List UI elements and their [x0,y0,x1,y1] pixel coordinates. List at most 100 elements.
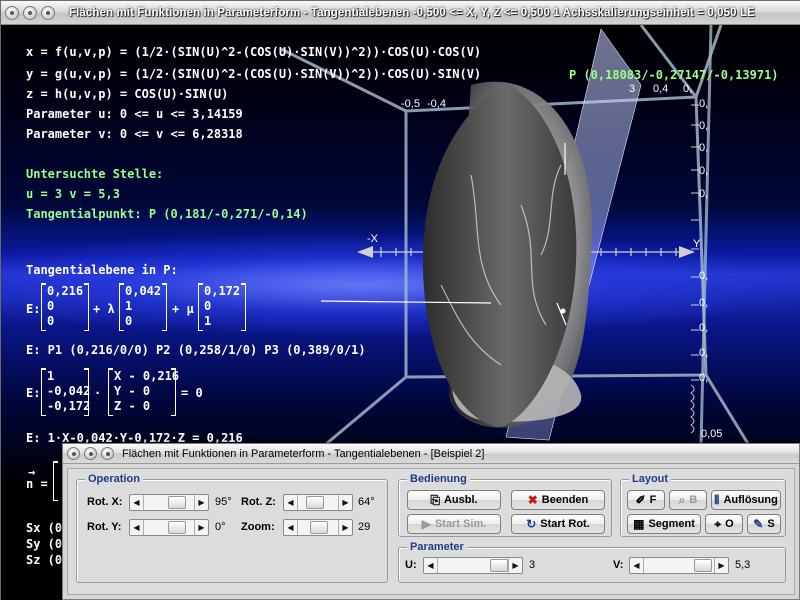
vector-p: 0,216 0 0 [41,283,89,331]
layout-label: Layout [629,473,672,485]
brush-icon: ✐ [635,493,646,507]
point-coordinates-label: P (0,18083/-0,27147/-0,13971) [569,68,779,82]
plus-mu: + μ [172,302,194,316]
pencil-icon: ✎ [753,517,764,531]
segment-button[interactable]: ▦ Segment [627,514,701,534]
resolution-icon: ⦀ [714,493,720,507]
rot-x-slider[interactable]: ◀ ▶ [129,494,209,511]
param-u-slider[interactable]: ◀ ▶ [423,557,523,574]
maximize-window-icon[interactable] [41,5,55,20]
plus-lambda: + λ [93,302,115,316]
stelle-point: Tangentialpunkt: P (0,181/-0,271/-0,14) [26,207,308,221]
main-titlebar[interactable]: Flächen mit Funktionen in Parameterform … [1,1,800,25]
close-window-icon[interactable] [5,5,19,20]
control-body: Operation Rot. X: ◀ ▶ 95° Rot. Z: ◀ ▶ 64… [67,468,795,595]
z-scale-label-last: 0,05 [701,428,723,440]
z-scale-label: 0, [699,165,709,177]
b-button[interactable]: ⌕ B [669,490,707,510]
operation-group: Operation Rot. X: ◀ ▶ 95° Rot. Z: ◀ ▶ 64… [76,473,388,583]
arrow-left-icon[interactable]: ◀ [630,558,644,573]
z-scale-label: 0, [699,372,709,384]
z-scale-label: 0, [699,142,709,154]
z-scale-label: 0, [699,270,709,282]
fill-icon: ⌕ [678,493,686,507]
z-scale-label: 0, [699,297,709,309]
arrow-right-icon[interactable]: ▶ [194,495,208,510]
beenden-button[interactable]: ✖ Beenden [511,490,605,510]
formula-y: y = g(u,v,p) = (1/2·(SIN(U)^2-(COS(U)·SI… [26,67,482,81]
arrow-left-icon[interactable]: ◀ [284,495,298,510]
vector-a: 0,042 1 0 [119,283,167,331]
aufloesung-button[interactable]: ⦀ Auflösung [711,490,781,510]
bedienung-group: Bedienung ⎘ Ausbl. ✖ Beenden ▶ Start Sim. ↻… [398,473,612,537]
arrow-left-icon[interactable]: ◀ [130,495,144,510]
operation-label: Operation [85,473,143,485]
minimize-control-icon[interactable] [84,447,97,460]
arrow-right-icon[interactable]: ▶ [338,520,352,535]
rot-x-label: Rot. X: [87,496,123,508]
start-sim-button[interactable]: ▶ Start Sim. [407,514,501,534]
slider-thumb[interactable] [694,559,712,572]
maximize-control-icon[interactable] [101,447,114,460]
dot-operator: · [94,386,102,400]
rotate-icon: ↻ [526,517,537,531]
arrow-left-icon[interactable]: ◀ [130,520,144,535]
right-top-tick-1: 3 [629,83,636,95]
param-u-value: 3 [529,559,536,571]
rot-x-value: 95° [215,496,232,508]
z-scale-label: 0, [699,188,709,200]
grid-icon: ▦ [633,517,645,531]
plane-e-label-2: E: [26,386,41,400]
slider-thumb[interactable] [168,496,186,509]
z-scale-label: 0, [699,322,709,334]
param-v-value: 5,3 [735,559,751,571]
f-button[interactable]: ✐ F [627,490,665,510]
arrow-left-icon[interactable]: ◀ [284,520,298,535]
start-rot-button[interactable]: ↻ Start Rot. [511,514,605,534]
hide-icon: ⎘ [430,493,440,507]
zoom-label: Zoom: [241,521,275,533]
formula-z: z = h(u,v,p) = COS(U)·SIN(U) [26,87,229,101]
o-button[interactable]: ⌖ O [705,514,743,534]
arrow-right-icon[interactable]: ▶ [508,558,522,573]
rot-z-slider[interactable]: ◀ ▶ [283,494,353,511]
rot-y-slider[interactable]: ◀ ▶ [129,519,209,536]
control-titlebar[interactable]: Flächen mit Funktionen in Parameterform … [63,444,799,464]
right-top-tick-2: 0,4 [653,83,669,95]
slider-thumb[interactable] [310,521,328,534]
param-u-label: U: [405,559,417,571]
parameter-v-range: Parameter v: 0 <= v <= 6,28318 [26,127,243,141]
slider-thumb[interactable] [490,559,508,572]
zoom-slider[interactable]: ◀ ▶ [283,519,353,536]
tangent-point-marker [560,308,566,314]
minimize-window-icon[interactable] [23,5,37,20]
slider-thumb[interactable] [306,496,324,509]
rot-y-label: Rot. Y: [87,521,122,533]
slider-thumb[interactable] [168,521,186,534]
rot-z-value: 64° [358,496,375,508]
rot-y-value: 0° [215,521,226,533]
arrow-right-icon[interactable]: ▶ [714,558,728,573]
plane-points-line: E: P1 (0,216/0/0) P2 (0,258/1/0) P3 (0,3… [26,343,366,357]
layout-group: Layout ✐ F ⌕ B ⦀ Auflösung ▦ Segment ⌖ O ✎ S [620,473,786,537]
ausbl-button[interactable]: ⎘ Ausbl. [407,490,501,510]
parameter-u-range: Parameter u: 0 <= u <= 3,14159 [26,107,243,121]
control-title: Flächen mit Funktionen in Parameterform … [122,447,485,460]
parameter-group: Parameter U: ◀ ▶ 3 V: ◀ ▶ 5,3 [398,541,786,583]
normal-vector: 1 -0,042 -0,172 [41,368,90,416]
param-v-slider[interactable]: ◀ ▶ [629,557,729,574]
control-window: Flächen mit Funktionen in Parameterform … [62,443,800,600]
stelle-heading: Untersuchte Stelle: [26,167,164,181]
crosshair-icon: ⌖ [714,517,722,531]
formula-x: x = f(u,v,p) = (1/2·(SIN(U)^2-(COS(U)·SI… [26,45,482,59]
param-v-label: V: [613,559,624,571]
axis-y-label: Y [693,238,701,250]
plane-heading: Tangentialebene in P: [26,263,178,277]
window-title: Flächen mit Funktionen in Parameterform … [69,6,755,19]
right-top-tick-3: 0, [683,83,693,95]
arrow-right-icon[interactable]: ▶ [194,520,208,535]
arrow-right-icon[interactable]: ▶ [338,495,352,510]
arrow-left-icon[interactable]: ◀ [424,558,438,573]
s-button[interactable]: ✎ S [747,514,781,534]
close-control-icon[interactable] [67,447,80,460]
